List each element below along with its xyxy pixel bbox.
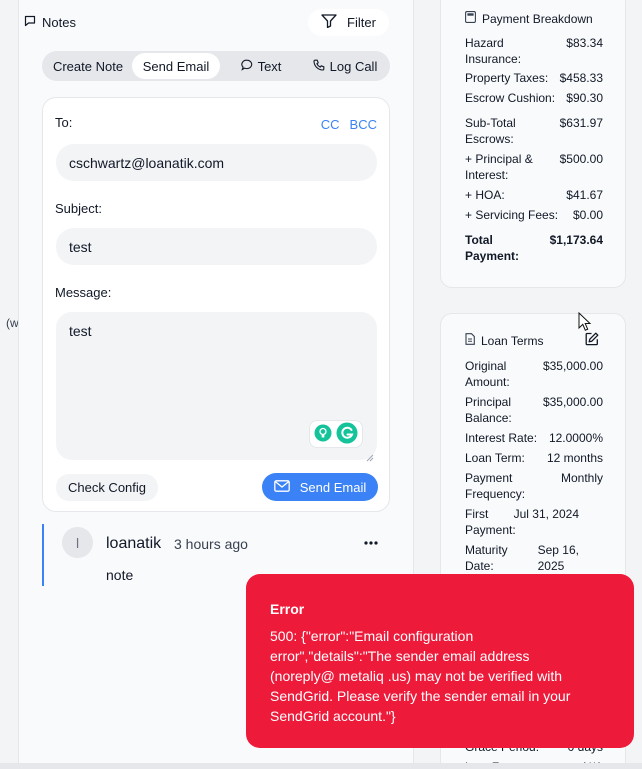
note-author: loanatik [106,535,162,552]
grammarly-icon [336,422,358,447]
tab-send-email-label: Send Email [142,58,210,74]
tab-log-call[interactable]: Log Call [302,53,388,79]
loan-term-label: Principal Balance: [465,395,512,425]
error-toast-title: Error [270,601,305,617]
tab-log-call-label: Log Call [329,58,378,74]
loan-terms-title-text: Loan Terms [481,333,544,348]
lightbulb-icon [314,424,332,445]
breakdown-value: $500.00 [559,152,603,166]
to-field[interactable]: cschwartz@loanatik.com [56,144,377,181]
notes-tabs: Create Note Send Email Text Log Call [42,51,390,81]
calculator-icon [465,11,476,26]
message-text: test [69,323,92,339]
horizontal-scrollbar[interactable] [0,763,642,769]
note-text: note [106,567,134,583]
loan-term-label: Payment Frequency: [465,471,526,501]
breakdown-label: + HOA: [465,188,505,202]
subject-label: Subject: [55,201,102,216]
tab-create-note[interactable]: Create Note [44,53,132,79]
loan-term-value: Jul 31, 2024 [513,507,579,521]
breakdown-label: + Servicing Fees: [465,208,559,222]
cc-link[interactable]: CC [321,117,340,132]
error-toast[interactable]: Error 500: {"error":"Email configuration… [246,574,634,748]
message-label: Message: [55,285,112,300]
loan-term-value: 12 months [546,451,603,465]
breakdown-value: $0.00 [572,208,603,222]
loan-terms-title: Loan Terms [465,333,543,348]
avatar: l [62,527,93,558]
loan-term-value: $35,000.00 [542,395,603,409]
payment-breakdown-title: Payment Breakdown [465,11,593,26]
breakdown-value: $458.33 [559,71,603,85]
breakdown-label: + Principal & Interest: [465,152,533,182]
breakdown-value: $83.34 [566,36,603,50]
filter-label: Filter [347,15,376,30]
document-icon [465,333,475,348]
breakdown-value: $41.67 [566,188,603,202]
loan-term-value: $35,000.00 [542,359,603,373]
payment-breakdown-card: Payment Breakdown Hazard Insurance: $83.3… [440,0,626,288]
check-config-button[interactable]: Check Config [56,474,158,501]
breakdown-value: $631.97 [559,116,603,130]
tab-text-label: Text [257,58,282,74]
subject-field[interactable]: test [56,228,377,265]
loan-term-label: Interest Rate: [465,431,538,445]
breakdown-total-value: $1,173.64 [549,233,603,247]
loan-term-label: Loan Term: [465,451,525,465]
breakdown-label: Sub-Total Escrows: [465,116,516,146]
notes-header-label: Notes [42,15,76,30]
note-icon [24,15,36,30]
breakdown-label: Hazard Insurance: [465,36,522,66]
resize-handle-icon[interactable] [366,449,374,462]
more-options-icon[interactable] [364,532,378,550]
loan-term-value: Sep 16, 2025 [537,543,579,573]
breakdown-total-label: Total Payment: [465,233,520,263]
error-toast-message: 500: {"error":"Email configuration error… [270,628,571,724]
loan-term-label: Original Amount: [465,359,510,389]
tab-send-email[interactable]: Send Email [132,53,220,79]
filter-icon [321,14,337,31]
send-email-label: Send Email [299,479,367,495]
grammarly-widget[interactable] [309,420,363,448]
mouse-pointer-icon [578,311,592,337]
notes-header: Notes [24,15,76,30]
breakdown-label: Escrow Cushion: [465,91,556,105]
filter-button[interactable]: Filter [308,9,389,36]
breakdown-value: $90.30 [566,91,603,105]
mail-icon [273,479,290,495]
clipped-text: (w [6,316,19,330]
message-textarea[interactable]: test [56,312,377,462]
loan-term-label: First Payment: [465,507,516,537]
payment-breakdown-title-text: Payment Breakdown [482,11,593,26]
tab-create-note-label: Create Note [52,58,124,74]
loan-term-value: 12.0000% [548,431,603,445]
note-timestamp: 3 hours ago [174,536,248,552]
loan-term-value: Monthly [560,471,603,485]
to-label: To: [55,115,73,130]
loan-term-label: Maturity Date: [465,543,508,573]
phone-icon [313,59,325,74]
tab-text[interactable]: Text [220,53,302,79]
send-email-form: To: CC BCC cschwartz@loanatik.com Subjec… [42,97,390,512]
send-email-button[interactable]: Send Email [262,473,378,501]
bcc-link[interactable]: BCC [350,117,377,132]
breakdown-label: Property Taxes: [465,71,549,85]
cc-bcc-links: CC BCC [321,117,377,132]
chat-bubble-icon [240,59,253,74]
